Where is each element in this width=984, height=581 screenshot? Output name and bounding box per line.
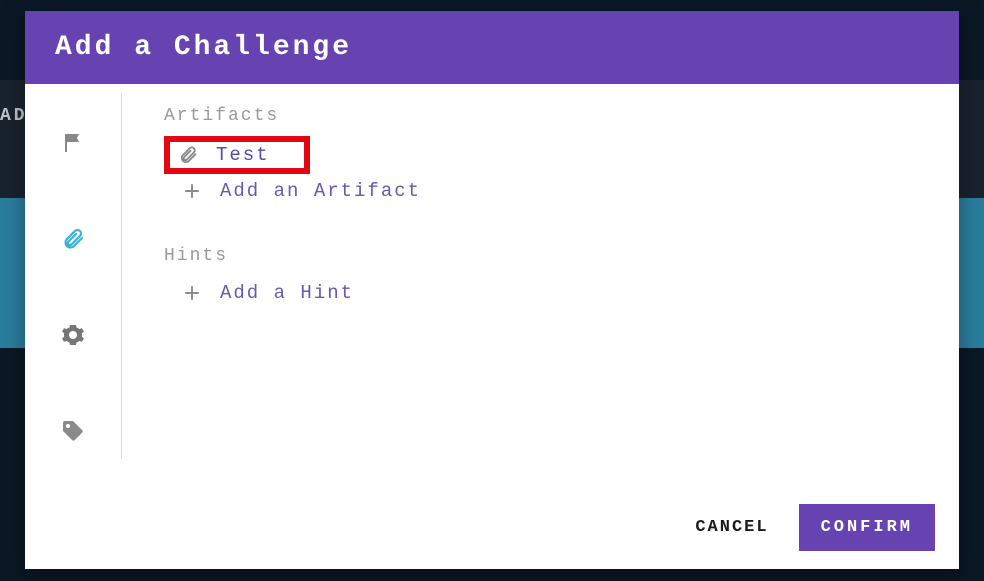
plus-icon bbox=[180, 284, 204, 302]
confirm-button[interactable]: CONFIRM bbox=[799, 504, 935, 551]
add-artifact-button[interactable]: Add an Artifact bbox=[170, 174, 917, 208]
tag-icon bbox=[61, 419, 85, 448]
tab-settings[interactable] bbox=[54, 318, 92, 356]
modal-title: Add a Challenge bbox=[25, 11, 959, 84]
artifacts-label: Artifacts bbox=[164, 106, 917, 126]
add-artifact-label: Add an Artifact bbox=[220, 180, 421, 202]
artifact-item[interactable]: Test bbox=[164, 136, 310, 174]
modal-footer: CANCEL CONFIRM bbox=[689, 504, 935, 551]
artifacts-section: Artifacts Test Add an Artifact bbox=[164, 106, 917, 208]
content-pane: Artifacts Test Add an Artifact Hints bbox=[122, 84, 959, 569]
add-hint-button[interactable]: Add a Hint bbox=[170, 276, 917, 310]
add-hint-label: Add a Hint bbox=[220, 282, 354, 304]
plus-icon bbox=[180, 182, 204, 200]
tab-flag[interactable] bbox=[54, 126, 92, 164]
tab-attachment[interactable] bbox=[54, 222, 92, 260]
gear-icon bbox=[61, 323, 85, 352]
attachment-icon bbox=[176, 145, 200, 165]
flag-icon bbox=[61, 131, 85, 160]
side-tabs bbox=[25, 94, 122, 459]
hints-section: Hints Add a Hint bbox=[164, 246, 917, 310]
cancel-button[interactable]: CANCEL bbox=[689, 506, 774, 549]
background-text: AD bbox=[0, 106, 28, 126]
attachment-icon bbox=[61, 227, 85, 256]
hints-label: Hints bbox=[164, 246, 917, 266]
add-challenge-modal: Add a Challenge bbox=[25, 11, 959, 569]
tab-tag[interactable] bbox=[54, 414, 92, 452]
artifact-name: Test bbox=[216, 144, 270, 166]
